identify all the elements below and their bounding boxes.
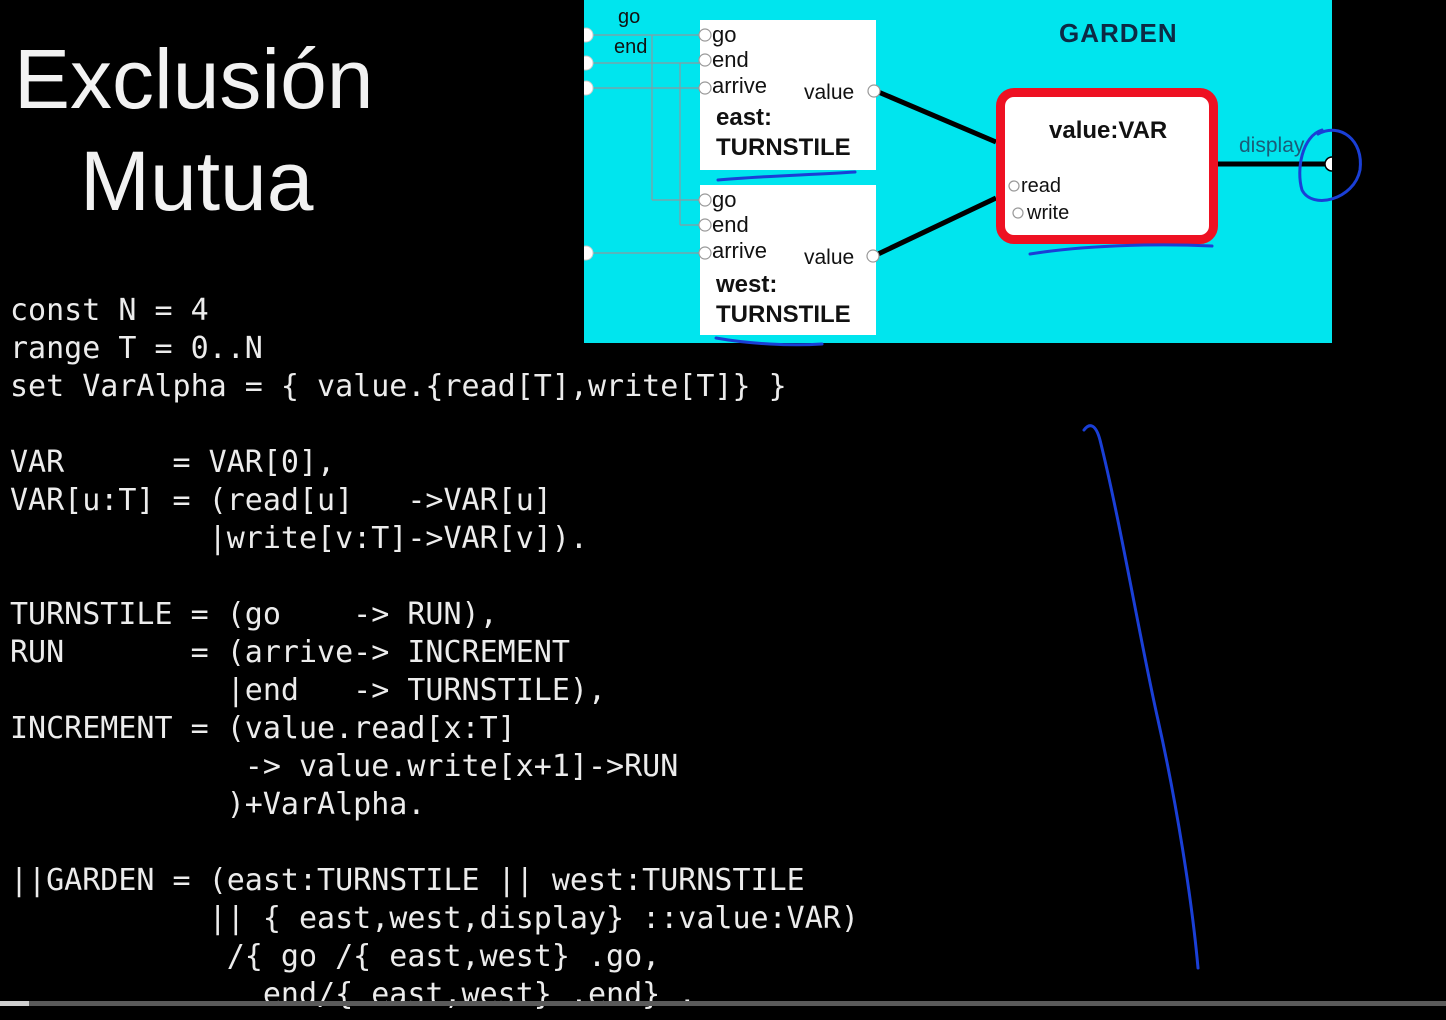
west-instance-name: west: — [716, 271, 778, 298]
west-port-go: go — [712, 187, 737, 212]
code-line: set VarAlpha = { value.{read[T],write[T]… — [10, 369, 787, 404]
var-port-read: read — [1021, 175, 1062, 197]
west-type-name: TURNSTILE — [716, 301, 851, 328]
east-value-port: value — [804, 81, 855, 104]
west-port-end: end — [712, 212, 749, 237]
slide-title-line-1: Exclusión — [14, 32, 374, 126]
port-wires — [586, 34, 700, 254]
code-line: VAR[u:T] = (read[u] ->VAR[u] — [10, 483, 552, 518]
diagram-wiring — [584, 27, 1332, 261]
east-type-name: TURNSTILE — [716, 134, 851, 161]
code-line: |end -> TURNSTILE), — [10, 673, 607, 708]
outer-port-end-label: end — [614, 36, 648, 58]
slide-title-line-2: Mutua — [80, 134, 314, 228]
code-line: end/{ east,west} .end} . — [10, 977, 697, 1012]
code-line: VAR = VAR[0], — [10, 445, 336, 480]
slide-title: Exclusión Mutua — [14, 28, 434, 232]
video-progress-fill — [0, 1001, 29, 1006]
var-port-write: write — [1027, 202, 1070, 224]
var-title: value:VAR — [1049, 117, 1168, 144]
code-line: )+VarAlpha. — [10, 787, 426, 822]
code-line: -> value.write[x+1]->RUN — [10, 749, 679, 784]
code-line: || { east,west,display} ::value:VAR) — [10, 901, 859, 936]
code-line: /{ go /{ east,west} .go, — [10, 939, 661, 974]
west-turnstile-box: go end arrive value west: TURNSTILE — [700, 185, 876, 335]
west-value-port: value — [804, 246, 855, 269]
video-progress-bar[interactable] — [0, 1001, 1446, 1006]
fsp-code-listing: const N = 4 range T = 0..N set VarAlpha = … — [10, 292, 859, 1014]
east-port-arrive: arrive — [712, 73, 768, 98]
var-box: value:VAR read write — [996, 88, 1218, 244]
east-port-end: end — [712, 47, 749, 72]
code-line: ||GARDEN = (east:TURNSTILE || west:TURNS… — [10, 863, 805, 898]
east-instance-name: east: — [716, 104, 773, 131]
code-line: RUN = (arrive-> INCREMENT — [10, 635, 570, 670]
east-turnstile-box: go end arrive value east: TURNSTILE — [700, 20, 876, 170]
garden-label: GARDEN — [1059, 18, 1178, 48]
pen-stroke — [1082, 424, 1200, 970]
display-port-label: display — [1239, 134, 1305, 157]
code-line: TURNSTILE = (go -> RUN), — [10, 597, 498, 632]
code-line: INCREMENT = (value.read[x:T] — [10, 711, 516, 746]
west-port-arrive: arrive — [712, 238, 768, 263]
garden-structure-diagram: go end go end arrive value east: TURNSTI… — [584, 0, 1332, 343]
outer-port-go-label: go — [618, 6, 641, 28]
outer-port-dots — [584, 27, 594, 261]
code-line: |write[v:T]->VAR[v]). — [10, 521, 588, 556]
east-port-go: go — [712, 22, 737, 47]
